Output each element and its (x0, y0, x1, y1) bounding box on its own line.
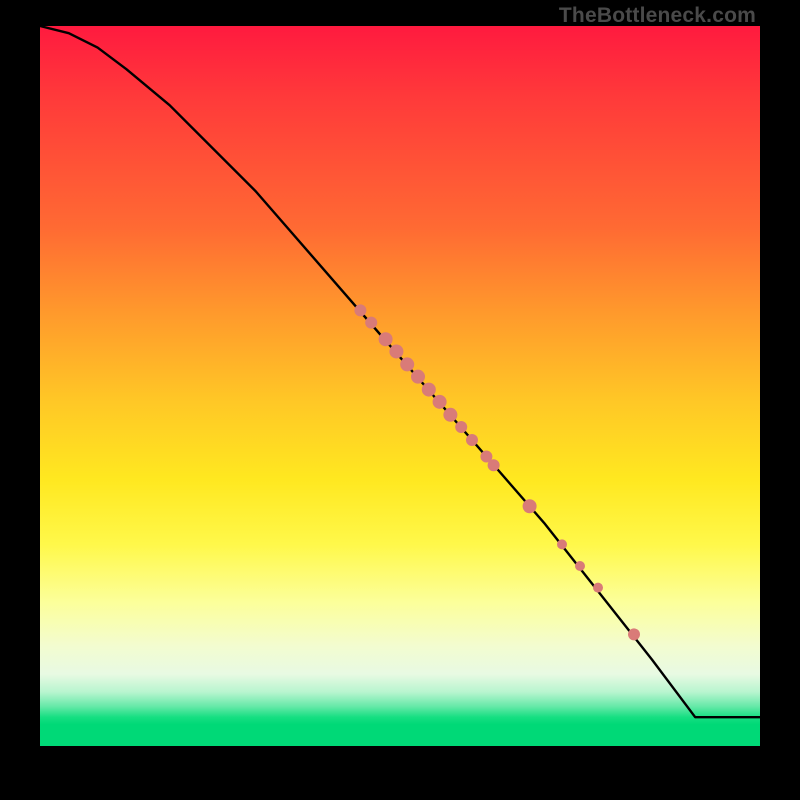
plot-area (40, 26, 760, 746)
marker-layer (354, 304, 640, 640)
data-point-marker (400, 357, 414, 371)
data-point-marker (455, 421, 467, 433)
data-point-marker (488, 459, 500, 471)
data-point-marker (433, 395, 447, 409)
chart-svg (40, 26, 760, 746)
data-point-marker (593, 583, 603, 593)
data-point-marker (443, 408, 457, 422)
chart-stage: TheBottleneck.com (0, 0, 800, 800)
data-point-marker (389, 344, 403, 358)
curve-line (40, 26, 760, 717)
data-point-marker (422, 383, 436, 397)
watermark-text: TheBottleneck.com (559, 4, 756, 28)
data-point-marker (575, 561, 585, 571)
data-point-marker (523, 499, 537, 513)
data-point-marker (557, 539, 567, 549)
data-point-marker (379, 332, 393, 346)
data-point-marker (628, 628, 640, 640)
data-point-marker (411, 370, 425, 384)
data-point-marker (466, 434, 478, 446)
data-point-marker (365, 317, 377, 329)
data-point-marker (354, 304, 366, 316)
